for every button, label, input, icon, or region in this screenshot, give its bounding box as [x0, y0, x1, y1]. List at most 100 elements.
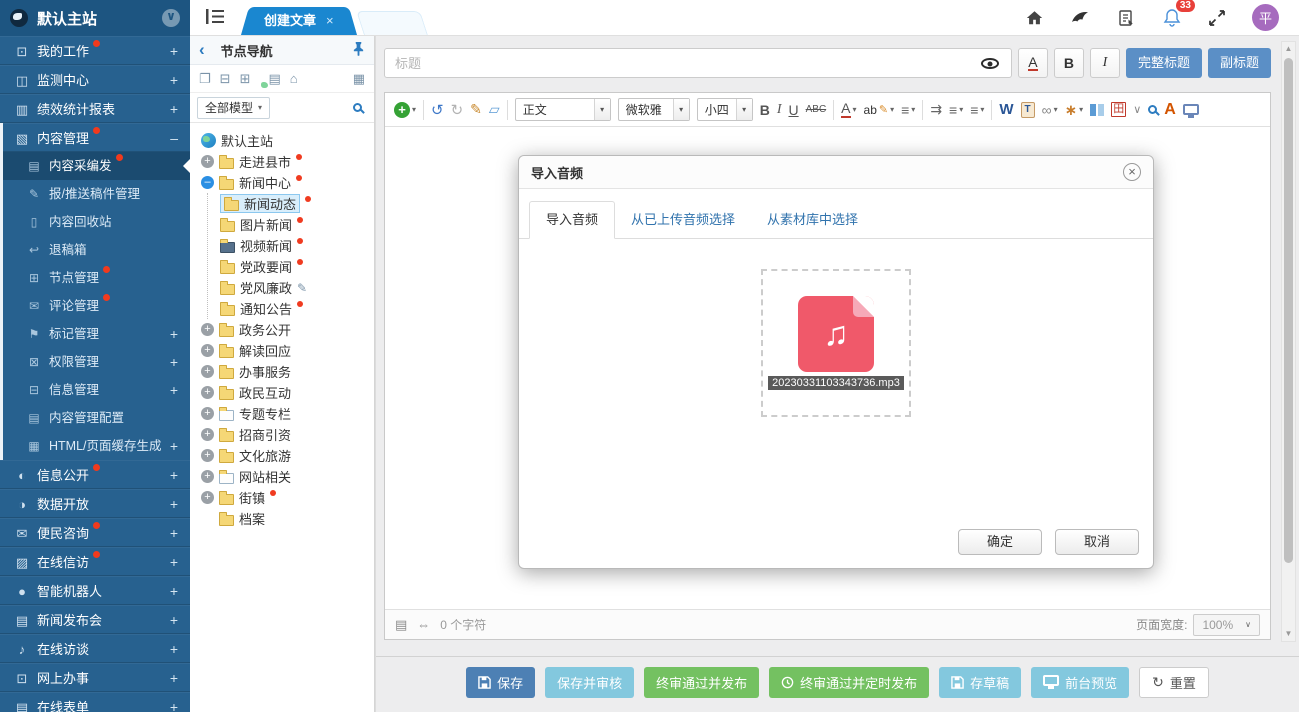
insert-link-button[interactable]: ∞▾ [1042, 102, 1058, 118]
align-button[interactable]: ≡▾ [901, 102, 915, 118]
scroll-up-arrow[interactable]: ▲ [1282, 42, 1295, 56]
tree-node[interactable]: 党风廉政✎ [208, 277, 370, 298]
cancel-button[interactable]: 取消 [1055, 529, 1139, 555]
collapse-panel-icon[interactable]: ‹ [199, 40, 205, 60]
big-font-button[interactable]: A [1164, 101, 1176, 119]
sidebar-item-content-config[interactable]: ▤内容管理配置 [3, 404, 190, 432]
pin-icon[interactable] [352, 41, 365, 59]
scrollbar-thumb[interactable] [1284, 58, 1293, 563]
tree-node[interactable]: +文化旅游 [194, 445, 370, 466]
vertical-scrollbar[interactable]: ▲ ▼ [1281, 41, 1296, 642]
sidebar-item-petition[interactable]: ▨在线信访 + [0, 547, 190, 576]
ok-button[interactable]: 确定 [958, 529, 1042, 555]
tree-node[interactable]: +解读回应 [194, 340, 370, 361]
sidebar-item-push-mgmt[interactable]: ✎报/推送稿件管理 [3, 180, 190, 208]
sidebar-item-monitor-center[interactable]: ◫监测中心 + [0, 65, 190, 94]
font-family-select[interactable]: 微软雅▾ [618, 98, 690, 121]
ordered-list-button[interactable]: ≡▾ [949, 102, 963, 118]
audio-dropzone[interactable]: ♫ 20230331103343736.mp3 [761, 269, 911, 417]
font-color-button[interactable]: A▾ [841, 101, 856, 118]
bird-icon[interactable] [1070, 9, 1090, 27]
sidebar-item-content-edit[interactable]: ▤内容采编发 [3, 152, 190, 180]
tree-node[interactable]: 图片新闻 [208, 214, 370, 235]
tree-node[interactable]: –新闻中心 [194, 172, 370, 193]
paste-text-button[interactable]: T [1021, 102, 1035, 118]
expand-toggle-icon[interactable]: + [201, 470, 214, 483]
indent-button[interactable]: ⇉ [930, 101, 942, 118]
title-color-button[interactable]: A [1018, 48, 1048, 78]
sidebar-item-comment-mgmt[interactable]: ✉评论管理 [3, 292, 190, 320]
tree-node[interactable]: +走进县市 [194, 151, 370, 172]
sidebar-item-consult[interactable]: ✉便民咨询 + [0, 518, 190, 547]
tree-node[interactable]: 通知公告 [208, 298, 370, 319]
tree-node[interactable]: +政民互动 [194, 382, 370, 403]
tab-select-uploaded-audio[interactable]: 从已上传音频选择 [615, 202, 751, 238]
highlight-color-button[interactable]: ab✎▾ [864, 103, 895, 117]
subtitle-button[interactable]: 副标题 [1208, 48, 1271, 78]
underline-button[interactable]: U [788, 102, 798, 118]
save-button[interactable]: 保存 [466, 667, 535, 698]
expand-toggle-icon[interactable]: + [201, 491, 214, 504]
title-preview-eye-icon[interactable] [981, 58, 999, 69]
tab-create-article[interactable]: 创建文章× [254, 7, 344, 35]
collapse-toggle-icon[interactable]: – [201, 176, 214, 189]
tree-node[interactable]: 档案 [194, 508, 370, 529]
sidebar-item-return-box[interactable]: ↩退稿箱 [3, 236, 190, 264]
sidebar-item-online-form[interactable]: ▤在线表单 + [0, 692, 190, 712]
notifications-bell-icon[interactable]: 33 [1162, 8, 1182, 28]
collapse-all-icon[interactable]: ⊟ [220, 71, 231, 87]
user-avatar[interactable]: 平 [1252, 4, 1279, 31]
strikethrough-button[interactable]: ABC [806, 104, 827, 115]
insert-media-button[interactable]: +▾ [394, 102, 416, 118]
expand-toggle-icon[interactable]: + [201, 365, 214, 378]
more-tools-button[interactable]: ∨ [1133, 103, 1141, 116]
word-wrap-icon[interactable]: ⇔ [417, 617, 430, 632]
sidebar-item-info-public[interactable]: ◐信息公开 + [0, 460, 190, 489]
tree-node[interactable]: +街镇 [194, 487, 370, 508]
search-replace-button[interactable] [1148, 105, 1157, 114]
sidebar-item-robot[interactable]: ●智能机器人 + [0, 576, 190, 605]
clear-format-eraser-icon[interactable]: ▱ [489, 101, 500, 118]
manuscript-grid-button[interactable]: 田 [1111, 102, 1126, 117]
bold-button[interactable]: B [760, 102, 770, 118]
tab-select-from-library[interactable]: 从素材库中选择 [751, 202, 874, 238]
undo-button[interactable]: ↺ [431, 101, 444, 119]
tab-import-audio[interactable]: 导入音频 [529, 201, 615, 239]
front-preview-button[interactable]: 前台预览 [1031, 667, 1129, 698]
expand-toggle-icon[interactable]: + [201, 386, 214, 399]
title-bold-button[interactable]: B [1054, 48, 1084, 78]
audit-clipboard-icon[interactable] [1116, 8, 1136, 28]
sidebar-item-online-work[interactable]: ⊡网上办事 + [0, 663, 190, 692]
doc-add-icon[interactable]: ▤ [268, 71, 280, 87]
sidebar-item-permission-mgmt[interactable]: ⊠权限管理 + [3, 348, 190, 376]
tree-node[interactable]: +政务公开 [194, 319, 370, 340]
expand-all-icon[interactable]: ⊞ [240, 71, 251, 87]
sidebar-item-interview[interactable]: ♪在线访谈 + [0, 634, 190, 663]
auto-typeset-button[interactable]: ∗▾ [1065, 101, 1084, 119]
site-header[interactable]: 默认主站 ∨ [0, 0, 190, 36]
tree-node[interactable]: +招商引资 [194, 424, 370, 445]
tree-node[interactable]: +专题专栏 [194, 403, 370, 424]
sidebar-collapse-button[interactable]: ∨ [162, 9, 180, 27]
page-width-select[interactable]: 100% ∨ [1193, 614, 1260, 636]
sidebar-item-content-mgmt[interactable]: ▧内容管理 – [3, 123, 190, 152]
fullscreen-editor-button[interactable] [1183, 104, 1199, 115]
sidebar-item-tag-mgmt[interactable]: ⚑标记管理 + [3, 320, 190, 348]
sidebar-item-html-cache[interactable]: ▦HTML/页面缓存生成 + [3, 432, 190, 460]
tree-node[interactable]: +网站相关 [194, 466, 370, 487]
title-italic-button[interactable]: I [1090, 48, 1120, 78]
sidebar-item-data-open[interactable]: ◑数据开放 + [0, 489, 190, 518]
paragraph-style-select[interactable]: 正文▾ [515, 98, 611, 121]
sidebar-item-press-conference[interactable]: ▤新闻发布会 + [0, 605, 190, 634]
node-list-icon[interactable]: ▦ [353, 71, 365, 87]
element-path-icon[interactable]: ▤ [395, 617, 407, 633]
expand-toggle-icon[interactable]: + [201, 344, 214, 357]
approve-scheduled-publish-button[interactable]: 终审通过并定时发布 [769, 667, 929, 698]
tree-search-input[interactable] [270, 103, 367, 112]
tree-root[interactable]: 默认主站 [194, 130, 370, 151]
tree-node[interactable]: +办事服务 [194, 361, 370, 382]
full-title-button[interactable]: 完整标题 [1126, 48, 1202, 78]
expand-toggle-icon[interactable]: + [201, 407, 214, 420]
close-tab-icon[interactable]: × [326, 13, 334, 28]
unordered-list-button[interactable]: ≡▾ [970, 102, 984, 118]
